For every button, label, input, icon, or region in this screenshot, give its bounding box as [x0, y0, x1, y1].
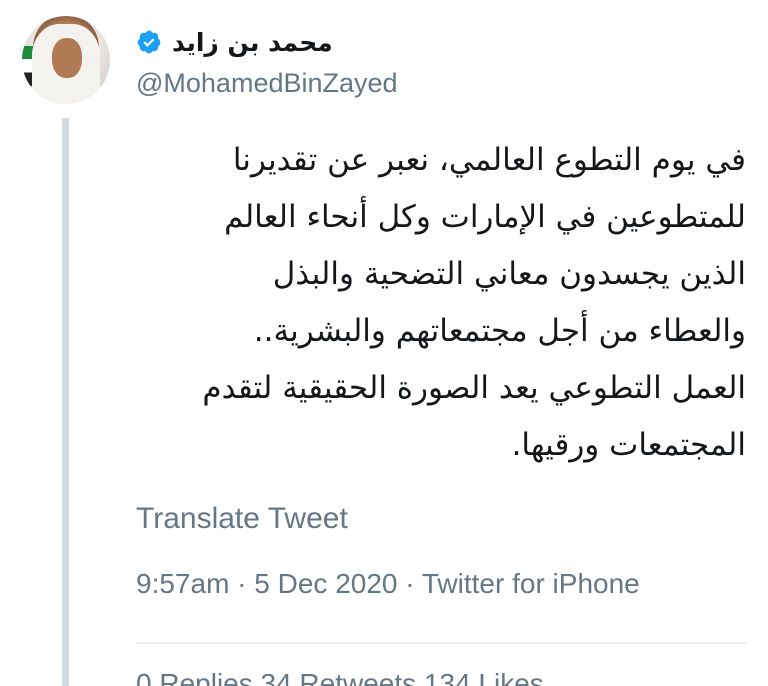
tweet-text-line: العمل التطوعي يعد الصورة الحقيقية لتقدم	[202, 370, 746, 406]
tweet-card: محمد بن زايد @MohamedBinZayed في يوم الت…	[0, 0, 768, 686]
author-handle[interactable]: @MohamedBinZayed	[136, 68, 398, 99]
author-avatar[interactable]	[22, 16, 110, 104]
tweet-text-line: الذين يجسدون معاني التضحية والبذل	[272, 256, 746, 292]
tweet-text-line: المجتمعات ورقيها.	[511, 427, 746, 463]
tweet-text-line: والعطاء من أجل مجتمعاتهم والبشرية..	[253, 313, 746, 349]
author-name[interactable]: محمد بن زايد	[172, 28, 333, 57]
tweet-timestamp-source[interactable]: 9:57am · 5 Dec 2020 · Twitter for iPhone	[136, 568, 640, 600]
tweet-text-line: للمتطوعين في الإمارات وكل أنحاء العالم	[224, 199, 746, 235]
tweet-text-line: في يوم التطوع العالمي، نعبر عن تقديرنا	[232, 142, 746, 178]
verified-badge-icon	[137, 30, 161, 54]
tweet-stats[interactable]: 0 Replies 34 Retweets 134 Likes	[136, 668, 544, 686]
thread-line	[62, 118, 69, 686]
author-header[interactable]: محمد بن زايد	[136, 22, 333, 62]
tweet-text: في يوم التطوع العالمي، نعبر عن تقديرنا ل…	[150, 132, 746, 474]
translate-tweet-link[interactable]: Translate Tweet	[136, 502, 348, 536]
divider	[136, 642, 746, 644]
